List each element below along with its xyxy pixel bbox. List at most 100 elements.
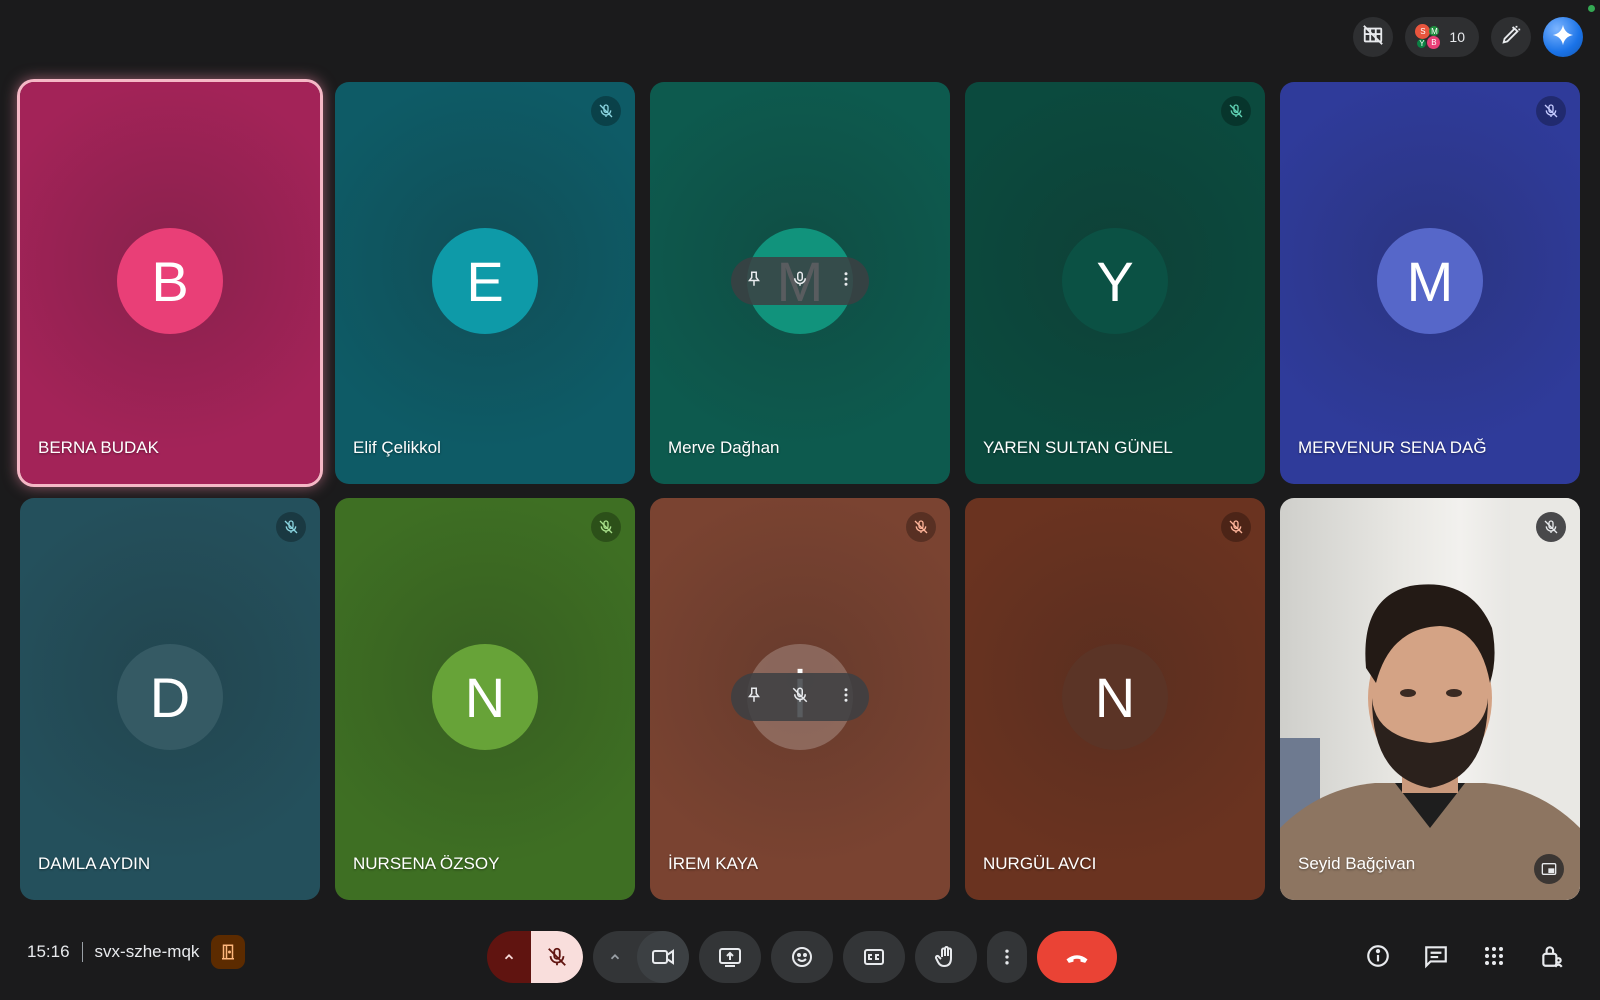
muted-indicator bbox=[906, 512, 936, 542]
mic-off-icon bbox=[1544, 520, 1558, 534]
chat-button[interactable] bbox=[1420, 940, 1452, 972]
participant-name: Elif Çelikkol bbox=[353, 438, 441, 457]
participant-avatar: M bbox=[1377, 228, 1483, 334]
lock-person-icon bbox=[1542, 946, 1563, 968]
mic-off-icon bbox=[791, 686, 809, 709]
captions-button[interactable] bbox=[843, 931, 905, 983]
host-controls-button[interactable] bbox=[1536, 940, 1568, 972]
participant-tile[interactable]: D DAMLA AYDIN bbox=[20, 498, 320, 900]
no-layout-icon bbox=[1362, 24, 1384, 51]
participant-tile[interactable]: Y YAREN SULTAN GÜNEL bbox=[965, 82, 1265, 484]
participant-avatar: N bbox=[432, 644, 538, 750]
participant-tile[interactable]: B BERNA BUDAK bbox=[20, 82, 320, 484]
pin-icon[interactable] bbox=[745, 270, 763, 293]
muted-indicator bbox=[1221, 512, 1251, 542]
participants-button[interactable]: S M Y B 10 bbox=[1405, 17, 1479, 57]
end-call-icon bbox=[1066, 955, 1088, 963]
mic-control-group bbox=[487, 931, 583, 983]
participant-name: NURGÜL AVCI bbox=[983, 854, 1097, 873]
tile-hover-controls bbox=[731, 257, 869, 305]
camera-control-group bbox=[593, 931, 689, 983]
audio-level-icon bbox=[791, 270, 809, 293]
recording-indicator-dot bbox=[1588, 5, 1595, 12]
mini-avatar: B bbox=[1427, 36, 1441, 49]
tile-hover-controls bbox=[731, 673, 869, 721]
participant-avatar: E bbox=[432, 228, 538, 334]
muted-indicator bbox=[1536, 512, 1566, 542]
edit-pen-icon bbox=[1500, 24, 1522, 51]
meeting-details-button[interactable] bbox=[1362, 940, 1394, 972]
more-options-icon[interactable] bbox=[837, 270, 855, 293]
layout-toggle-button[interactable] bbox=[1353, 17, 1394, 57]
participant-count: 10 bbox=[1449, 29, 1465, 45]
chat-icon bbox=[1425, 946, 1447, 969]
participant-tile[interactable]: M Merve Dağhan bbox=[650, 82, 950, 484]
more-options-button[interactable] bbox=[987, 931, 1027, 983]
breakout-room-button[interactable] bbox=[211, 935, 246, 969]
apps-grid-icon bbox=[1485, 947, 1503, 965]
muted-indicator bbox=[591, 512, 621, 542]
mini-avatar: Y bbox=[1417, 39, 1427, 48]
participant-name: MERVENUR SENA DAĞ bbox=[1298, 438, 1487, 457]
top-right-toolbar: S M Y B 10 bbox=[1353, 17, 1583, 57]
participant-tile[interactable]: N NURGÜL AVCI bbox=[965, 498, 1265, 900]
raise-hand-button[interactable] bbox=[915, 931, 977, 983]
info-icon bbox=[1367, 945, 1389, 967]
video-settings-button[interactable] bbox=[593, 931, 637, 983]
door-icon bbox=[222, 944, 235, 960]
reactions-button[interactable] bbox=[771, 931, 833, 983]
audio-settings-button[interactable] bbox=[487, 931, 531, 983]
participant-video-tile[interactable]: Seyid Bağçivan bbox=[1280, 498, 1580, 900]
mic-off-icon bbox=[1229, 104, 1243, 118]
more-options-icon[interactable] bbox=[837, 686, 855, 709]
mic-off-icon bbox=[1544, 104, 1558, 118]
participant-name: Merve Dağhan bbox=[668, 438, 780, 457]
chevron-up-icon bbox=[504, 954, 514, 960]
gemini-button[interactable] bbox=[1543, 17, 1583, 57]
divider bbox=[81, 942, 83, 962]
mic-toggle-button[interactable] bbox=[531, 931, 583, 983]
leave-call-button[interactable] bbox=[1037, 931, 1117, 983]
pin-icon[interactable] bbox=[745, 686, 763, 709]
participant-tile[interactable]: İ İREM KAYA bbox=[650, 498, 950, 900]
muted-indicator bbox=[276, 512, 306, 542]
mic-off-icon bbox=[548, 947, 566, 966]
emoji-icon bbox=[792, 947, 812, 967]
participant-avatar: D bbox=[117, 644, 223, 750]
meeting-code: svx-szhe-mqk bbox=[94, 942, 200, 961]
participant-name: NURSENA ÖZSOY bbox=[353, 854, 500, 873]
side-panel-controls bbox=[1362, 940, 1568, 972]
chevron-up-icon bbox=[610, 954, 620, 960]
mic-off-icon bbox=[284, 520, 298, 534]
participant-name: YAREN SULTAN GÜNEL bbox=[983, 438, 1173, 457]
participant-tile[interactable]: E Elif Çelikkol bbox=[335, 82, 635, 484]
mic-off-icon bbox=[599, 520, 613, 534]
participant-tile[interactable]: M MERVENUR SENA DAĞ bbox=[1280, 82, 1580, 484]
mic-off-icon bbox=[914, 520, 928, 534]
hand-icon bbox=[934, 946, 952, 968]
meeting-info: 15:16 svx-szhe-mqk bbox=[27, 935, 246, 969]
muted-indicator bbox=[591, 96, 621, 126]
clock-time: 15:16 bbox=[27, 942, 70, 961]
closed-captions-icon bbox=[864, 949, 884, 965]
participant-mini-avatars: S M Y B bbox=[1415, 24, 1441, 50]
mic-off-icon bbox=[1229, 520, 1243, 534]
gemini-icon bbox=[1552, 24, 1574, 51]
present-screen-button[interactable] bbox=[699, 931, 761, 983]
participant-grid: B BERNA BUDAK E Elif Çelikkol M Merve Da… bbox=[20, 82, 1581, 900]
muted-indicator bbox=[1536, 96, 1566, 126]
participant-avatar: B bbox=[117, 228, 223, 334]
participant-name: BERNA BUDAK bbox=[38, 438, 159, 457]
video-camera-icon bbox=[652, 949, 674, 965]
participant-tile[interactable]: N NURSENA ÖZSOY bbox=[335, 498, 635, 900]
mic-off-icon bbox=[599, 104, 613, 118]
present-screen-icon bbox=[719, 948, 741, 967]
camera-toggle-button[interactable] bbox=[637, 931, 689, 983]
call-controls bbox=[487, 931, 1117, 983]
effects-button[interactable] bbox=[1491, 17, 1531, 57]
participant-avatar: Y bbox=[1062, 228, 1168, 334]
activities-button[interactable] bbox=[1478, 940, 1510, 972]
participant-avatar: N bbox=[1062, 644, 1168, 750]
picture-in-picture-button[interactable] bbox=[1534, 854, 1564, 884]
more-vert-icon bbox=[1005, 949, 1009, 965]
